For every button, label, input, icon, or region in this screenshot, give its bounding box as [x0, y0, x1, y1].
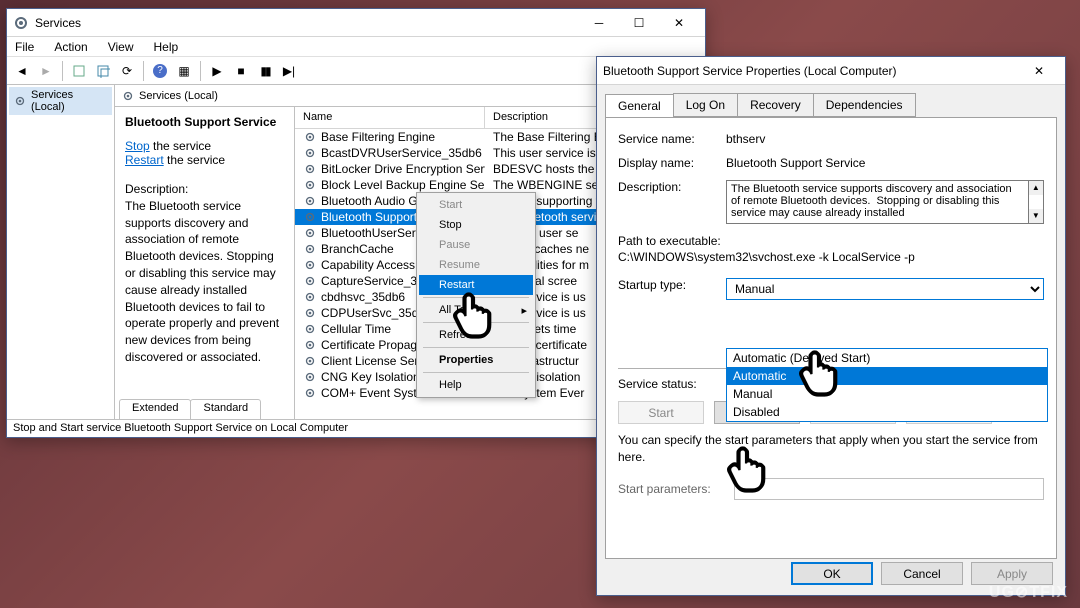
menu-help[interactable]: Help [150, 38, 183, 56]
gear-icon [303, 290, 317, 304]
startup-option[interactable]: Automatic [727, 367, 1047, 385]
desc-text: The Bluetooth service supports discovery… [125, 198, 284, 366]
ctx-help[interactable]: Help [419, 375, 533, 395]
gear-icon [303, 258, 317, 272]
start-button[interactable]: Start [618, 401, 704, 424]
startup-option[interactable]: Automatic (Delayed Start) [727, 349, 1047, 367]
gear-icon [13, 15, 29, 31]
help-button[interactable]: ? [149, 60, 171, 82]
tab-extended[interactable]: Extended [119, 399, 191, 419]
gear-icon [303, 162, 317, 176]
properties-dialog: Bluetooth Support Service Properties (Lo… [596, 56, 1066, 596]
description-scrollbar[interactable]: ▲▼ [1029, 180, 1044, 224]
label-service-status: Service status: [618, 377, 726, 391]
desc-label: Description: [125, 181, 284, 198]
ok-button[interactable]: OK [791, 562, 873, 585]
gear-icon [303, 338, 317, 352]
play-button[interactable]: ▶ [206, 60, 228, 82]
ctx-all-tasks[interactable]: All Tasks [419, 300, 533, 320]
label-display-name: Display name: [618, 156, 726, 170]
label-service-name: Service name: [618, 132, 726, 146]
ctx-restart[interactable]: Restart [419, 275, 533, 295]
label-path: Path to executable: [618, 234, 721, 248]
startup-option[interactable]: Manual [727, 385, 1047, 403]
tab-general[interactable]: General [605, 94, 674, 118]
gear-icon [303, 354, 317, 368]
tab-standard[interactable]: Standard [190, 399, 261, 419]
minimize-button[interactable]: ─ [579, 10, 619, 36]
watermark: UG⊘TFIX [989, 582, 1068, 602]
pause-button[interactable]: ▮▮ [254, 60, 276, 82]
gear-icon [303, 306, 317, 320]
ctx-start: Start [419, 195, 533, 215]
menu-view[interactable]: View [104, 38, 138, 56]
view-button[interactable] [68, 60, 90, 82]
gear-icon [303, 178, 317, 192]
props-button[interactable]: ▦ [173, 60, 195, 82]
restart-link[interactable]: Restart [125, 153, 164, 167]
ctx-resume: Resume [419, 255, 533, 275]
tab-logon[interactable]: Log On [673, 93, 738, 117]
gear-icon [303, 370, 317, 384]
value-display-name: Bluetooth Support Service [726, 156, 1044, 170]
start-parameters-input[interactable] [734, 478, 1044, 500]
services-title: Services [35, 16, 579, 30]
label-startup-type: Startup type: [618, 278, 726, 292]
menu-action[interactable]: Action [50, 38, 91, 56]
ctx-pause: Pause [419, 235, 533, 255]
value-description[interactable]: The Bluetooth service supports discovery… [726, 180, 1029, 224]
refresh-button[interactable] [92, 60, 114, 82]
tree-root[interactable]: Services (Local) [9, 87, 112, 115]
detail-service-title: Bluetooth Support Service [125, 115, 284, 129]
label-description: Description: [618, 180, 726, 194]
gear-icon [303, 146, 317, 160]
ctx-refresh[interactable]: Refresh [419, 325, 533, 345]
restart-button[interactable]: ▶| [278, 60, 300, 82]
tab-recovery[interactable]: Recovery [737, 93, 814, 117]
export-button[interactable]: ⟳ [116, 60, 138, 82]
detail-pane: Bluetooth Support Service Stop the servi… [115, 107, 295, 419]
gear-icon [303, 274, 317, 288]
startup-option[interactable]: Disabled [727, 403, 1047, 421]
stop-link[interactable]: Stop [125, 139, 150, 153]
tree-pane: Services (Local) [7, 85, 115, 419]
gear-icon [303, 210, 317, 224]
tab-dependencies[interactable]: Dependencies [813, 93, 916, 117]
value-service-name: bthserv [726, 132, 1044, 146]
stop-button[interactable]: ■ [230, 60, 252, 82]
properties-title: Bluetooth Support Service Properties (Lo… [603, 64, 1019, 78]
value-path: C:\WINDOWS\system32\svchost.exe -k Local… [618, 250, 1044, 264]
maximize-button[interactable]: ☐ [619, 10, 659, 36]
forward-button[interactable]: ► [35, 60, 57, 82]
gear-icon [303, 386, 317, 400]
menu-file[interactable]: File [11, 38, 38, 56]
close-button[interactable]: ✕ [659, 10, 699, 36]
close-button[interactable]: ✕ [1019, 58, 1059, 84]
startup-type-select[interactable]: Manual [726, 278, 1044, 300]
cancel-button[interactable]: Cancel [881, 562, 963, 585]
ctx-stop[interactable]: Stop [419, 215, 533, 235]
services-titlebar[interactable]: Services ─ ☐ ✕ [7, 9, 705, 37]
back-button[interactable]: ◄ [11, 60, 33, 82]
startup-type-dropdown: Automatic (Delayed Start)AutomaticManual… [726, 348, 1048, 422]
gear-icon [303, 242, 317, 256]
menubar: File Action View Help [7, 37, 705, 57]
ctx-properties[interactable]: Properties [419, 350, 533, 370]
label-start-parameters: Start parameters: [618, 482, 726, 496]
gear-icon [121, 89, 135, 103]
gear-icon [303, 194, 317, 208]
gear-icon [13, 94, 27, 108]
gear-icon [303, 322, 317, 336]
gear-icon [303, 226, 317, 240]
column-name[interactable]: Name [295, 107, 485, 128]
context-menu: StartStopPauseResumeRestart All Tasks Refr… [416, 192, 536, 398]
note-text: You can specify the start parameters tha… [618, 432, 1044, 466]
gear-icon [303, 130, 317, 144]
